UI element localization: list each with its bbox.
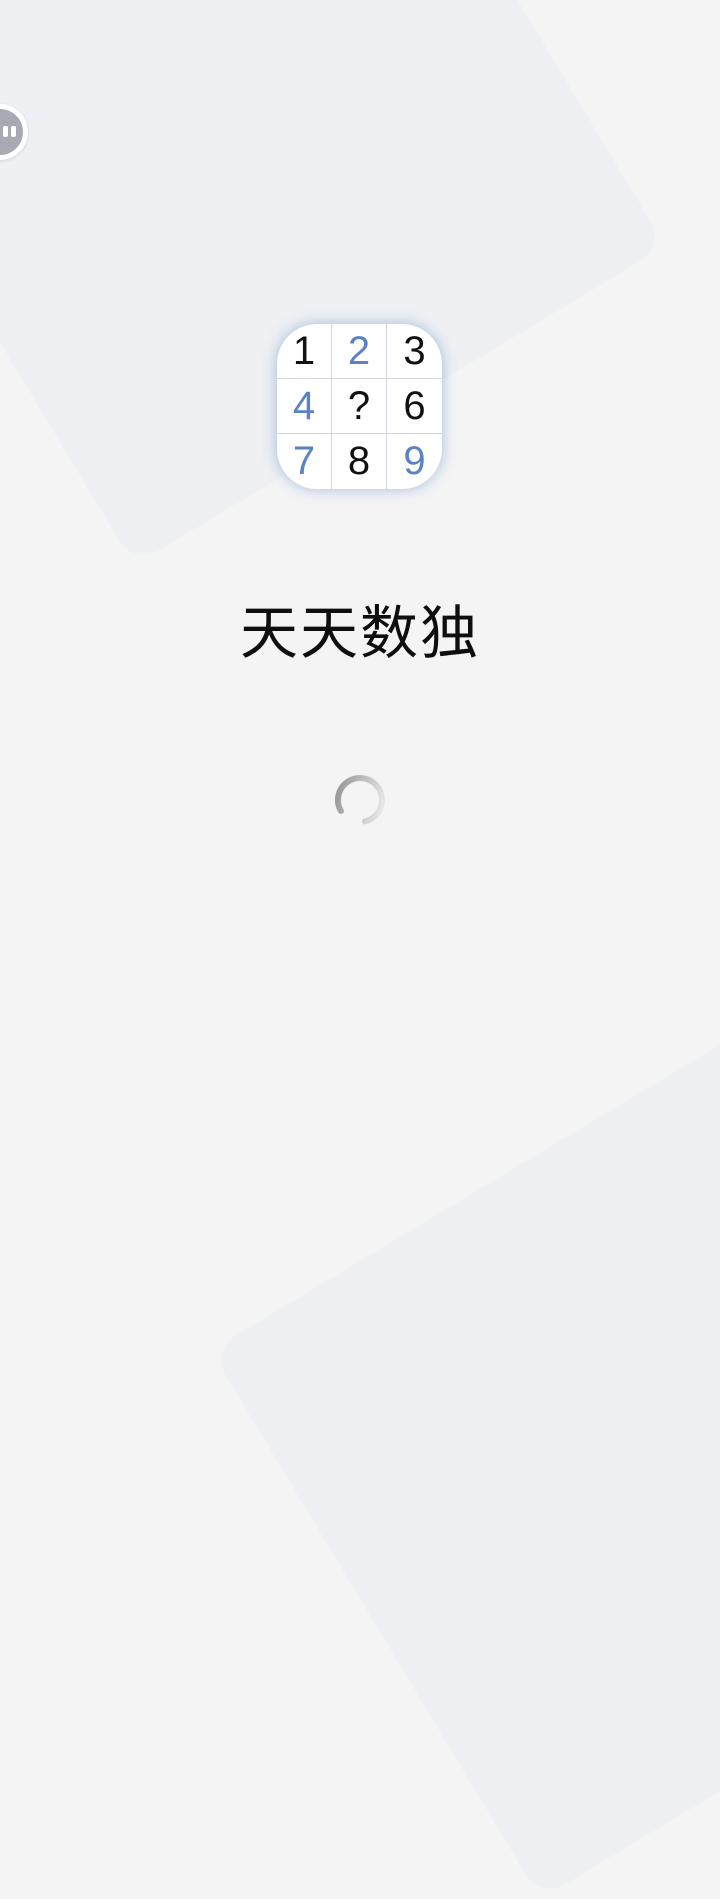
icon-cell: 6 <box>387 379 442 434</box>
icon-cell: 7 <box>277 434 332 489</box>
icon-cell: ? <box>332 379 387 434</box>
icon-cell: 2 <box>332 324 387 379</box>
pause-icon <box>0 109 23 155</box>
loading-spinner-icon <box>335 775 385 825</box>
icon-cell: 9 <box>403 439 426 483</box>
icon-cell: 4 <box>277 379 332 434</box>
background-shape-bottom <box>210 1020 720 1899</box>
icon-cell: 8 <box>332 434 387 489</box>
app-title: 天天数独 <box>239 599 480 667</box>
app-icon: 1 2 3 4 ? 6 7 8 9 <box>277 324 442 489</box>
